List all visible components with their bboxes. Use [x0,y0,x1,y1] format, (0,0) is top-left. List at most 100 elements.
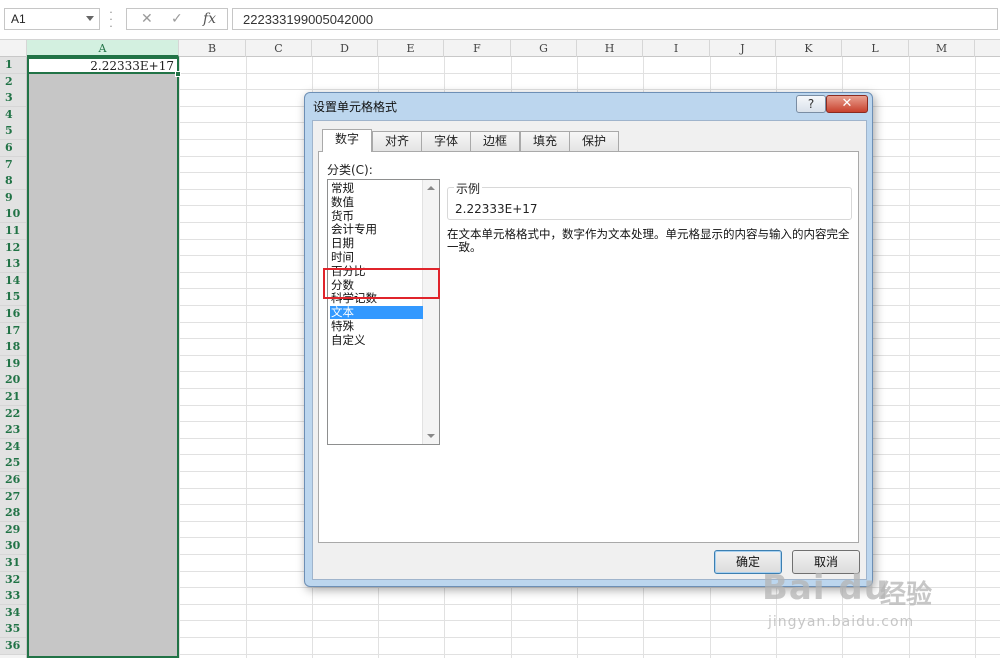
row-header-35[interactable]: 35 [0,621,26,638]
row-header-16[interactable]: 16 [0,306,26,323]
number-tab-panel: 分类(C): 常规 数值 货币 会计专用 日期 时间 百分比 分数 科学记数 文本 特殊 自定义 示例… [318,151,859,543]
category-label: 分类(C): [327,163,373,177]
fill-handle[interactable] [175,71,181,77]
row-header-11[interactable]: 11 [0,223,26,240]
name-box-value: A1 [11,12,26,26]
column-header-i[interactable]: I [643,40,710,57]
category-item[interactable]: 会计专用 [330,223,423,236]
category-item[interactable]: 自定义 [330,334,423,347]
format-cells-dialog: 设置单元格格式 ? ✕ 数字 对齐 字体 边框 填充 保护 分类(C): 常规 数值 货币 会计… [304,92,873,587]
category-item[interactable]: 日期 [330,237,423,250]
cell-a1[interactable]: 2.22333E+17 [27,57,179,74]
row-header-7[interactable]: 7 [0,157,26,174]
dialog-title: 设置单元格格式 [313,100,398,114]
row-header-23[interactable]: 23 [0,422,26,439]
category-item[interactable]: 文本 [330,306,423,319]
row-header-17[interactable]: 17 [0,323,26,340]
formula-bar-grip-icon[interactable]: · · · [106,7,116,32]
category-list[interactable]: 常规 数值 货币 会计专用 日期 时间 百分比 分数 科学记数 文本 特殊 自定义 [327,179,440,445]
watermark-url: jingyan.baidu.com [768,614,915,630]
row-header-1[interactable]: 1 [0,57,26,74]
row-header-14[interactable]: 14 [0,273,26,290]
dialog-tabs: 数字 对齐 字体 边框 填充 保护 [318,129,863,152]
row-header-15[interactable]: 15 [0,289,26,306]
column-header-h[interactable]: H [577,40,643,57]
select-all-corner[interactable] [0,40,27,57]
row-header-24[interactable]: 24 [0,439,26,456]
row-headers: 1 2 3 4 5 6 7 8 9 10 11 12 13 14 15 16 17 18 19 20 21 22 23 24 2… [0,57,27,658]
row-header-34[interactable]: 34 [0,605,26,622]
row-header-13[interactable]: 13 [0,256,26,273]
tab-5[interactable]: 保护 [569,131,619,151]
formula-buttons: ✕ ✓ fx [126,8,228,30]
row-header-30[interactable]: 30 [0,538,26,555]
column-header-c[interactable]: C [246,40,312,57]
row-header-33[interactable]: 33 [0,588,26,605]
row-header-20[interactable]: 20 [0,372,26,389]
column-header-k[interactable]: K [776,40,842,57]
row-header-3[interactable]: 3 [0,90,26,107]
row-header-29[interactable]: 29 [0,522,26,539]
row-header-6[interactable]: 6 [0,140,26,157]
column-header-l[interactable]: L [842,40,909,57]
tab-1[interactable]: 对齐 [372,131,422,151]
row-header-18[interactable]: 18 [0,339,26,356]
column-header-e[interactable]: E [378,40,444,57]
category-item[interactable]: 特殊 [330,320,423,333]
tab-2[interactable]: 字体 [421,131,471,151]
row-header-32[interactable]: 32 [0,572,26,589]
column-header-m[interactable]: M [909,40,975,57]
column-header-f[interactable]: F [444,40,511,57]
row-header-22[interactable]: 22 [0,406,26,423]
category-scrollbar[interactable] [422,180,439,444]
row-header-25[interactable]: 25 [0,455,26,472]
cell-a1-value: 2.22333E+17 [90,59,174,73]
row-header-21[interactable]: 21 [0,389,26,406]
row-header-28[interactable]: 28 [0,505,26,522]
row-header-5[interactable]: 5 [0,123,26,140]
tab-3[interactable]: 边框 [470,131,520,151]
row-header-2[interactable]: 2 [0,74,26,91]
cancel-entry-icon[interactable]: ✕ [141,11,153,27]
text-category-highlight [323,268,440,299]
excel-window: A1 · · · ✕ ✓ fx 222333199005042000 ABCDEFG… [0,0,1000,658]
tab-0[interactable]: 数字 [322,129,372,152]
selected-column-a[interactable] [27,57,179,658]
sample-label: 示例 [454,180,483,197]
row-header-19[interactable]: 19 [0,356,26,373]
column-header-d[interactable]: D [312,40,378,57]
tab-4[interactable]: 填充 [520,131,570,151]
dialog-body: 数字 对齐 字体 边框 填充 保护 分类(C): 常规 数值 货币 会计专用 日期 时间 百分比 分数科… [312,120,867,580]
column-header-b[interactable]: B [179,40,246,57]
enter-entry-icon[interactable]: ✓ [171,11,183,27]
row-header-10[interactable]: 10 [0,206,26,223]
category-item[interactable]: 时间 [330,251,423,264]
insert-function-icon[interactable]: fx [203,11,216,27]
name-box-dropdown-icon[interactable] [86,16,94,21]
sample-value: 2.22333E+17 [455,202,538,216]
scroll-up-icon[interactable] [427,186,435,190]
column-header-a[interactable]: A [27,40,179,57]
row-header-36[interactable]: 36 [0,638,26,655]
row-header-31[interactable]: 31 [0,555,26,572]
row-header-4[interactable]: 4 [0,107,26,124]
column-header-j[interactable]: J [710,40,776,57]
row-header-9[interactable]: 9 [0,190,26,207]
row-header-12[interactable]: 12 [0,240,26,257]
help-button[interactable]: ? [796,95,826,113]
category-item[interactable]: 常规 [330,182,423,195]
formula-value: 222333199005042000 [243,12,374,27]
watermark-brand: Bai du [762,568,889,608]
name-box[interactable]: A1 [4,8,100,30]
column-header-g[interactable]: G [511,40,577,57]
row-header-27[interactable]: 27 [0,489,26,506]
formula-bar: A1 · · · ✕ ✓ fx 222333199005042000 [0,0,1000,40]
scroll-down-icon[interactable] [427,434,435,438]
grid-line-vertical [246,57,247,658]
baidu-watermark: Bai du 经验 jingyan.baidu.com [762,560,992,640]
row-header-26[interactable]: 26 [0,472,26,489]
close-button[interactable]: ✕ [826,95,868,113]
row-header-8[interactable]: 8 [0,173,26,190]
formula-input[interactable]: 222333199005042000 [232,8,998,30]
category-item[interactable]: 数值 [330,196,423,209]
